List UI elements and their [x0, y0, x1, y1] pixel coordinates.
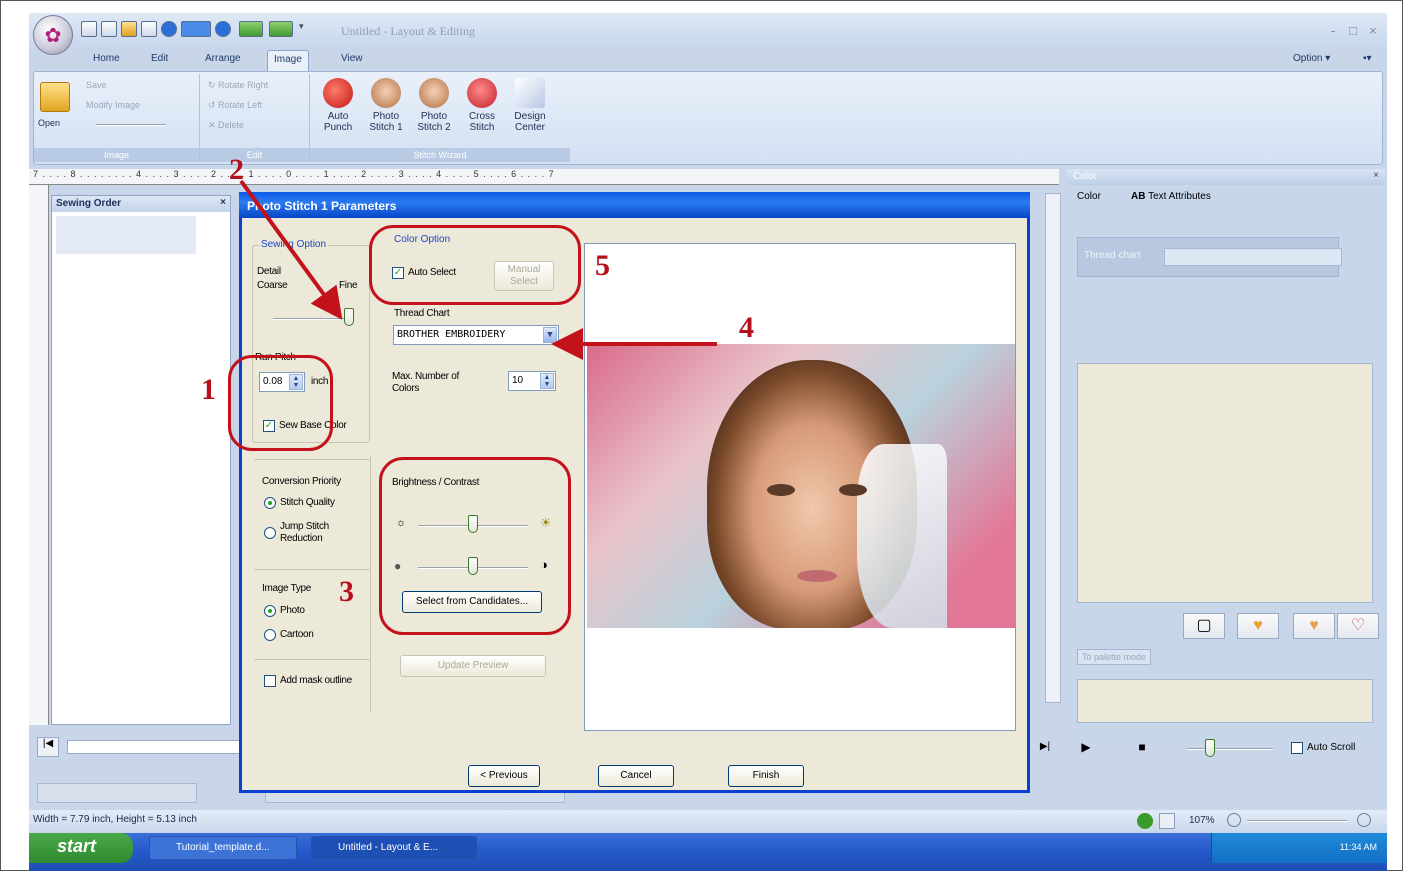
screenshot-frame: ✿ ▾ Untitled - Layout & Editing - □ × Ho…: [0, 0, 1403, 871]
annotation-arrows: [239, 179, 717, 360]
arrow-2: [239, 179, 343, 320]
